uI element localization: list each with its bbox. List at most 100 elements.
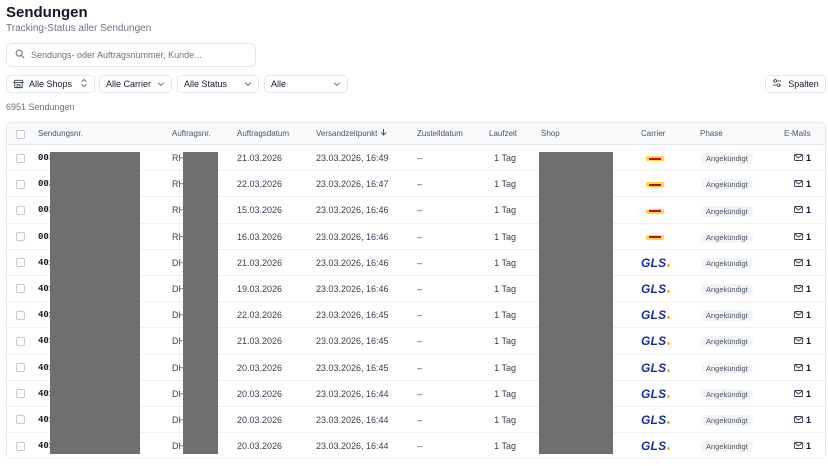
status-filter[interactable]: Alle Status <box>177 75 259 93</box>
search-input[interactable] <box>31 50 251 60</box>
cell-transit: 1 Tag <box>494 205 516 216</box>
cell-ship-time: 23.03.2026, 16:44 <box>316 441 389 452</box>
email-count: 1 <box>806 441 812 452</box>
cell-delivery-date: – <box>417 257 423 268</box>
cell-phase: Angekündigt <box>701 355 753 381</box>
cell-emails[interactable]: 1 <box>794 328 811 354</box>
email-count: 1 <box>806 179 812 190</box>
cell-emails[interactable]: 1 <box>794 171 811 197</box>
cell-ship-time: 23.03.2026, 16:47 <box>316 179 389 190</box>
mail-icon <box>794 328 803 354</box>
phase-badge: Angekündigt <box>701 362 753 374</box>
cell-transit: 1 Tag <box>494 257 516 268</box>
cell-transit: 1 Tag <box>494 231 516 242</box>
cell-order-date: 22.03.2026 <box>237 310 283 321</box>
dhl-logo <box>646 234 664 240</box>
mail-icon <box>794 302 803 328</box>
header-ship-time-label: Versandzeitpunkt <box>316 129 378 138</box>
store-icon <box>13 78 24 91</box>
cell-order-date: 21.03.2026 <box>237 257 283 268</box>
row-checkbox[interactable] <box>16 310 25 320</box>
row-checkbox[interactable] <box>16 336 25 346</box>
cell-delivery-date: – <box>417 179 423 190</box>
gls-logo: GLS <box>641 334 671 349</box>
cell-emails[interactable]: 1 <box>794 197 811 223</box>
carrier-filter-label: Alle Carrier <box>106 79 152 89</box>
row-checkbox[interactable] <box>16 232 25 242</box>
carrier-filter[interactable]: Alle Carrier <box>99 75 172 93</box>
row-checkbox[interactable] <box>16 363 25 372</box>
page-title: Sendungen <box>6 4 88 21</box>
redaction-block <box>50 152 140 454</box>
cell-transit: 1 Tag <box>494 336 516 347</box>
gls-logo-text: GLS <box>641 334 667 349</box>
email-count: 1 <box>806 283 812 294</box>
cell-phase: Angekündigt <box>701 197 753 223</box>
chevron-up-down-icon <box>80 78 88 90</box>
cell-emails[interactable]: 1 <box>794 250 811 276</box>
cell-emails[interactable]: 1 <box>794 276 811 302</box>
header-phase[interactable]: Phase <box>700 123 723 145</box>
header-delivery-date[interactable]: Zustelldatum <box>417 123 463 145</box>
cell-delivery-date: – <box>417 153 423 163</box>
phase-badge: Angekündigt <box>701 336 753 348</box>
cell-emails[interactable]: 1 <box>794 381 811 407</box>
cell-ship-time: 23.03.2026, 16:46 <box>316 231 389 242</box>
header-ship-time[interactable]: Versandzeitpunkt <box>316 123 387 145</box>
header-order-no[interactable]: Auftragsnr. <box>172 123 211 145</box>
row-checkbox[interactable] <box>16 153 25 163</box>
cell-emails[interactable]: 1 <box>794 302 811 328</box>
row-checkbox[interactable] <box>16 441 25 451</box>
header-emails[interactable]: E-Mails <box>784 123 811 145</box>
cell-delivery-date: – <box>417 205 423 216</box>
cell-carrier: GLS <box>641 250 671 276</box>
cell-order-date: 21.03.2026 <box>237 153 283 163</box>
mail-icon <box>794 171 803 197</box>
phase-badge: Angekündigt <box>701 415 753 426</box>
gls-logo-text: GLS <box>641 281 667 296</box>
cell-carrier: GLS <box>641 328 671 354</box>
search-box[interactable] <box>6 43 256 67</box>
sliders-icon <box>772 78 782 90</box>
row-checkbox[interactable] <box>16 258 25 268</box>
table-header: Sendungsnr. Auftragsnr. Auftragsdatum Ve… <box>7 123 825 145</box>
cell-carrier <box>641 224 664 250</box>
cell-emails[interactable]: 1 <box>794 224 811 250</box>
header-carrier[interactable]: Carrier <box>641 123 665 145</box>
cell-carrier: GLS <box>641 433 671 459</box>
cell-carrier <box>641 145 664 171</box>
gls-logo: GLS <box>641 256 671 270</box>
row-checkbox[interactable] <box>16 389 25 399</box>
arrow-down-icon <box>380 123 387 145</box>
cell-emails[interactable]: 1 <box>794 433 811 459</box>
email-count: 1 <box>806 231 812 242</box>
cell-emails[interactable]: 1 <box>794 355 811 381</box>
header-shop[interactable]: Shop <box>541 123 560 145</box>
cell-ship-time: 23.03.2026, 16:46 <box>316 257 389 268</box>
cell-emails[interactable]: 1 <box>794 407 811 433</box>
cell-transit: 1 Tag <box>494 414 516 425</box>
email-count: 1 <box>806 205 812 216</box>
select-all-checkbox[interactable] <box>16 129 25 139</box>
row-checkbox[interactable] <box>16 205 25 215</box>
row-checkbox[interactable] <box>16 179 25 189</box>
mail-icon <box>794 197 803 223</box>
cell-carrier <box>641 171 664 197</box>
cell-delivery-date: – <box>417 336 423 347</box>
row-checkbox[interactable] <box>16 415 25 425</box>
cell-phase: Angekündigt <box>701 224 753 250</box>
gls-logo-text: GLS <box>641 308 667 323</box>
columns-button[interactable]: Spalten <box>765 75 826 93</box>
phase-filter[interactable]: Alle <box>264 75 348 93</box>
row-checkbox[interactable] <box>16 284 25 294</box>
cell-transit: 1 Tag <box>494 441 516 452</box>
cell-order-date: 16.03.2026 <box>237 231 283 242</box>
header-order-date[interactable]: Auftragsdatum <box>237 123 289 145</box>
phase-badge: Angekündigt <box>701 205 753 217</box>
header-shipment-no[interactable]: Sendungsnr. <box>38 123 83 145</box>
header-transit[interactable]: Laufzeit <box>489 123 517 145</box>
shop-filter[interactable]: Alle Shops <box>6 75 95 93</box>
cell-emails[interactable]: 1 <box>794 145 811 171</box>
gls-logo: GLS <box>641 308 671 323</box>
columns-button-label: Spalten <box>788 79 819 89</box>
